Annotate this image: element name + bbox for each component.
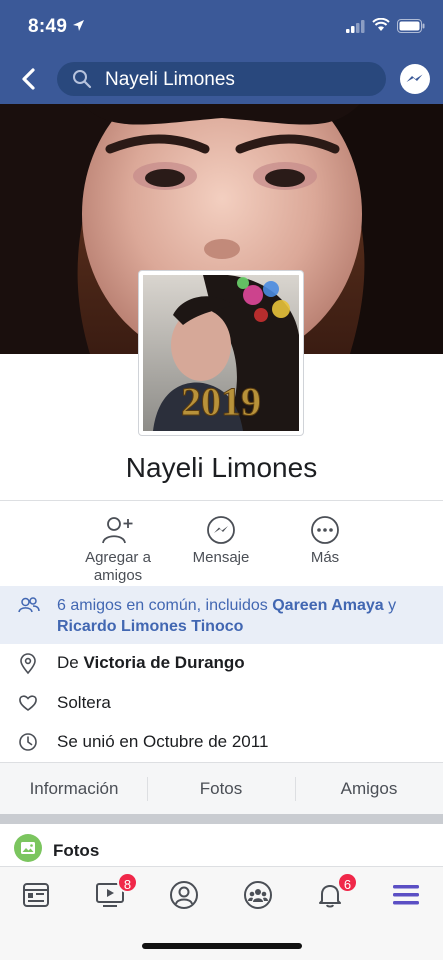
wifi-icon — [372, 18, 390, 31]
profile-tab[interactable] — [168, 879, 200, 911]
relationship-row: Soltera — [0, 685, 443, 721]
profile-picture[interactable]: 2019 — [138, 270, 304, 436]
photos-section-title: Fotos — [53, 841, 100, 860]
add-friend-label: Agregar a amigos — [85, 549, 151, 584]
bottom-tab-bar: 8 6 — [0, 866, 443, 960]
profile-icon — [170, 881, 198, 909]
more-icon — [311, 516, 339, 544]
status-bar: 8:49 — [0, 0, 443, 54]
photos-section[interactable]: Fotos — [0, 824, 443, 868]
section-gap — [0, 814, 443, 824]
mutual-friends-prefix: 6 amigos en común, incluidos — [57, 597, 273, 614]
heart-icon — [19, 695, 37, 711]
profile-photo-image: 2019 — [143, 274, 299, 431]
location-arrow-icon — [73, 20, 84, 31]
message-button[interactable]: Mensaje — [166, 515, 276, 567]
profile-name: Nayeli Limones — [125, 452, 318, 483]
messenger-button[interactable] — [399, 63, 431, 95]
relationship-status: Soltera — [57, 693, 111, 712]
mutual-friends-row[interactable]: 6 amigos en común, incluidos Qareen Amay… — [0, 586, 443, 644]
tab-friends[interactable]: Amigos — [295, 779, 443, 799]
add-friend-button[interactable]: Agregar a amigos — [63, 515, 173, 585]
message-label: Mensaje — [192, 549, 250, 566]
mutual-friends-joiner: y — [383, 597, 397, 614]
notifications-tab[interactable]: 6 — [314, 872, 358, 911]
clock-icon — [19, 733, 37, 751]
tab-photos[interactable]: Fotos — [147, 779, 295, 799]
menu-icon — [393, 885, 419, 905]
notifications-badge: 6 — [337, 872, 358, 893]
news-feed-icon — [23, 883, 49, 907]
signal-icon — [346, 20, 365, 33]
more-button[interactable]: Más — [270, 515, 380, 567]
navigation-bar: Nayeli Limones — [0, 54, 443, 104]
more-label: Más — [310, 549, 340, 566]
profile-actions: Agregar a amigos Mensaje Más — [0, 503, 443, 585]
photos-icon — [14, 834, 42, 862]
news-feed-tab[interactable] — [20, 879, 52, 911]
back-button[interactable] — [16, 65, 42, 93]
joined-row: Se unió en Octubre de 2011 — [0, 724, 443, 760]
tab-information[interactable]: Información — [0, 779, 148, 799]
search-icon — [73, 70, 92, 89]
hometown-prefix: De — [57, 653, 84, 672]
mutual-friend-link-2[interactable]: Ricardo Limones Tinoco — [57, 618, 243, 635]
divider — [0, 500, 443, 501]
mutual-friends-text: 6 amigos en común, incluidos Qareen Amay… — [57, 595, 427, 637]
location-pin-icon — [20, 653, 36, 675]
add-friend-icon — [102, 517, 133, 544]
search-query: Nayeli Limones — [105, 69, 235, 90]
search-field[interactable]: Nayeli Limones — [57, 62, 386, 96]
home-indicator[interactable] — [142, 943, 302, 949]
groups-tab[interactable] — [242, 879, 274, 911]
hometown-row: De Victoria de Durango — [0, 645, 443, 681]
joined-date: Se unió en Octubre de 2011 — [57, 732, 269, 751]
year-overlay: 2019 — [181, 379, 261, 424]
watch-tab[interactable]: 8 — [94, 872, 138, 911]
battery-icon — [397, 19, 425, 33]
messenger-icon — [207, 516, 235, 544]
groups-icon — [244, 881, 272, 909]
profile-tabs: Información Fotos Amigos — [0, 762, 443, 814]
menu-tab[interactable] — [390, 879, 422, 911]
hometown-link[interactable]: Victoria de Durango — [83, 653, 244, 672]
status-time: 8:49 — [28, 16, 68, 37]
friends-icon — [18, 597, 40, 613]
mutual-friend-link-1[interactable]: Qareen Amaya — [272, 597, 383, 614]
watch-badge: 8 — [117, 872, 138, 893]
